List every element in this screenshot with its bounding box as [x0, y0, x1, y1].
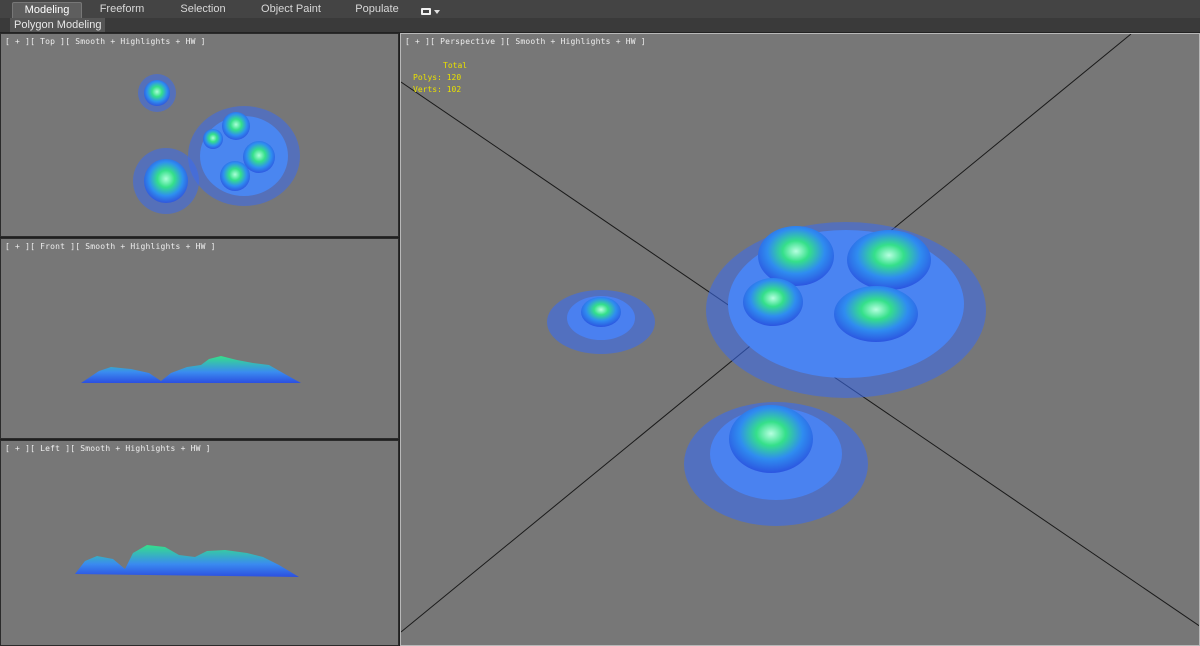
front-mesh-silhouette [81, 356, 301, 383]
mesh-blob-small [138, 74, 176, 112]
stats-verts-label: Verts: [413, 85, 442, 94]
polygon-modeling-panel-label[interactable]: Polygon Modeling [10, 18, 106, 32]
ribbon-tabs: Modeling Freeform Selection Object Paint… [0, 0, 1200, 19]
statistics-overlay: Total Polys: 120 Verts: 102 [413, 60, 467, 96]
stats-verts-row: Verts: 102 [413, 84, 467, 96]
tab-modeling[interactable]: Modeling [12, 2, 82, 18]
panel-toggle-dropdown-icon[interactable] [420, 4, 442, 15]
viewport-front-label[interactable]: [ + ][ Front ][ Smooth + Highlights + HW… [5, 242, 216, 251]
stats-polys-label: Polys: [413, 73, 442, 82]
perspective-blob-medium [684, 402, 868, 526]
tab-populate[interactable]: Populate [344, 2, 410, 17]
tab-freeform[interactable]: Freeform [88, 2, 156, 17]
ribbon-subbar: Polygon Modeling [0, 18, 1200, 33]
viewport-top-label[interactable]: [ + ][ Top ][ Smooth + Highlights + HW ] [5, 37, 206, 46]
viewport-left-label[interactable]: [ + ][ Left ][ Smooth + Highlights + HW … [5, 444, 211, 453]
front-view-mesh [81, 356, 301, 383]
mesh-blob-large [188, 106, 300, 206]
perspective-blob-large [706, 222, 986, 398]
mesh-blob-medium [133, 148, 199, 214]
tab-selection[interactable]: Selection [168, 2, 238, 17]
viewport-top[interactable]: [ + ][ Top ][ Smooth + Highlights + HW ] [0, 33, 399, 237]
stats-total-title: Total [443, 61, 468, 70]
stats-verts-value: 102 [446, 85, 462, 94]
left-mesh-silhouette [75, 545, 299, 577]
viewport-perspective[interactable]: [ + ][ Perspective ][ Smooth + Highlight… [400, 33, 1200, 646]
tab-object-paint[interactable]: Object Paint [252, 2, 330, 17]
left-view-mesh [75, 545, 299, 577]
stats-polys-value: 120 [446, 73, 462, 82]
top-view-mesh [133, 74, 300, 214]
viewport-perspective-label[interactable]: [ + ][ Perspective ][ Smooth + Highlight… [405, 37, 646, 46]
viewport-left[interactable]: [ + ][ Left ][ Smooth + Highlights + HW … [0, 440, 399, 646]
stats-polys-row: Polys: 120 [413, 72, 467, 84]
perspective-blob-small [547, 290, 655, 354]
viewport-front[interactable]: [ + ][ Front ][ Smooth + Highlights + HW… [0, 238, 399, 439]
perspective-view-scene [401, 34, 1199, 633]
